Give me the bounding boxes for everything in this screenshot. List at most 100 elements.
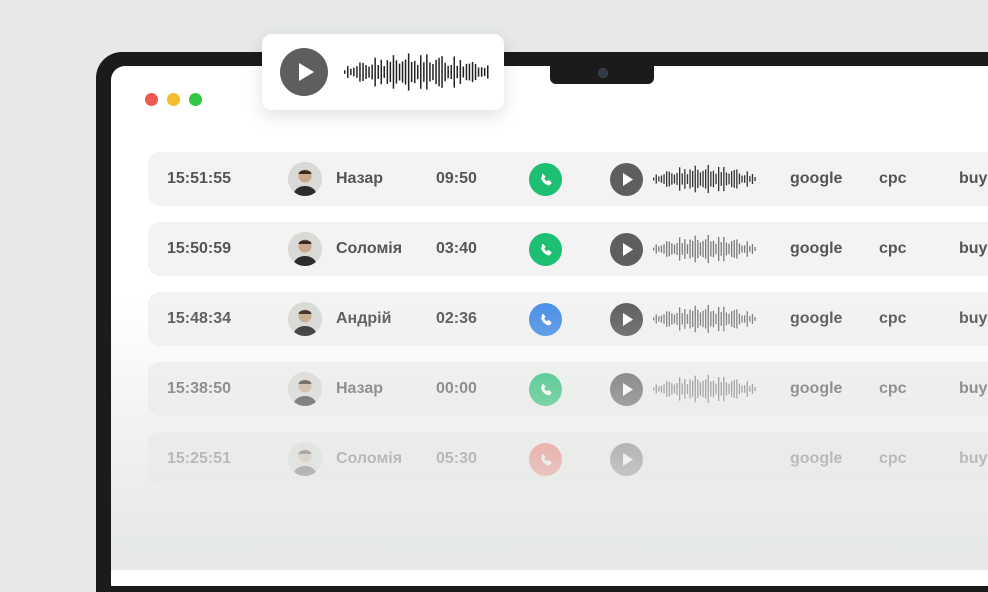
call-row[interactable]: 15:25:51 Соломія 05:30 google cpc buy <box>148 432 988 486</box>
wave-bar <box>666 311 668 327</box>
wave-bar <box>477 67 480 77</box>
utm-source: google <box>790 380 843 397</box>
wave-bar <box>705 169 707 189</box>
maximize-dot[interactable] <box>189 93 202 106</box>
call-row[interactable]: 15:38:50 Назар 00:00 google cpc buy <box>148 362 988 416</box>
wave-bar <box>689 239 691 259</box>
wave-bar <box>744 315 746 323</box>
wave-bar <box>462 66 465 78</box>
avatar-icon <box>288 372 322 406</box>
wave-bar <box>712 240 715 258</box>
wave-bar <box>715 383 717 395</box>
wave-bar <box>723 376 725 402</box>
wave-bar <box>699 312 702 326</box>
wave-bar <box>671 313 673 325</box>
close-dot[interactable] <box>145 93 158 106</box>
wave-bar <box>694 235 696 263</box>
wave-bar <box>673 174 676 184</box>
utm-medium: cpc <box>879 310 907 327</box>
wave-bar <box>468 63 471 81</box>
wave-bar <box>749 176 751 182</box>
wave-bar <box>686 174 689 184</box>
call-status[interactable] <box>529 163 562 196</box>
wave-bar <box>666 381 668 397</box>
call-status[interactable] <box>529 233 562 266</box>
call-status[interactable] <box>529 443 562 476</box>
play-button[interactable] <box>610 373 643 406</box>
call-status[interactable] <box>529 373 562 406</box>
camera-notch <box>550 66 654 84</box>
wave-bar <box>681 173 683 185</box>
wave-bar <box>733 380 735 398</box>
wave-bar <box>697 379 699 399</box>
wave-bar <box>663 314 665 324</box>
wave-bar <box>712 310 715 328</box>
wave-bar <box>653 387 655 391</box>
wave-bar <box>438 57 440 87</box>
audio-waveform-icon <box>653 374 756 404</box>
wave-bar <box>676 173 678 185</box>
wave-bar <box>715 173 717 185</box>
minimize-dot[interactable] <box>167 93 180 106</box>
utm-source: google <box>790 310 843 327</box>
call-time: 15:25:51 <box>167 450 232 467</box>
utm-source: google <box>790 450 843 467</box>
wave-bar <box>751 244 754 254</box>
wave-bar <box>410 62 413 83</box>
play-button[interactable] <box>610 303 643 336</box>
wave-bar <box>383 66 385 78</box>
avatar <box>288 302 322 336</box>
wave-bar <box>702 240 704 258</box>
play-button[interactable] <box>280 48 328 96</box>
wave-bar <box>728 243 730 255</box>
wave-bar <box>741 175 743 183</box>
call-duration: 03:40 <box>436 240 477 257</box>
wave-bar <box>353 67 355 77</box>
call-row[interactable]: 15:51:55 Назар 09:50 google cpc buy <box>148 152 988 206</box>
call-status[interactable] <box>529 303 562 336</box>
wave-bar <box>368 66 370 78</box>
utm-campaign: buy <box>959 170 988 187</box>
wave-bar <box>681 243 683 255</box>
caller-name: Соломія <box>336 240 403 257</box>
wave-bar <box>653 247 655 251</box>
caller-name: Назар <box>336 380 384 397</box>
wave-bar <box>663 384 665 394</box>
play-button[interactable] <box>610 233 643 266</box>
app-window: 15:51:55 Назар 09:50 google cpc buy 15:50:59 Со… <box>111 66 988 586</box>
wave-bar <box>679 307 681 331</box>
call-time: 15:51:55 <box>167 170 232 187</box>
wave-bar <box>679 377 681 401</box>
avatar-icon <box>288 302 322 336</box>
call-row[interactable]: 15:48:34 Андрій 02:36 google cpc buy <box>148 292 988 346</box>
wave-bar <box>666 171 668 187</box>
wave-bar <box>676 313 678 325</box>
wave-bar <box>718 237 720 262</box>
play-button[interactable] <box>610 443 643 476</box>
wave-bar <box>420 55 422 89</box>
play-button[interactable] <box>610 163 643 196</box>
wave-bar <box>666 241 668 257</box>
wave-bar <box>453 56 455 88</box>
wave-bar <box>705 239 707 259</box>
call-row[interactable]: 15:50:59 Соломія 03:40 google cpc buy <box>148 222 988 276</box>
wave-bar <box>423 62 425 82</box>
wave-bar <box>718 167 720 192</box>
wave-bar <box>487 65 489 79</box>
wave-bar <box>738 243 741 255</box>
audio-waveform-icon <box>653 304 756 334</box>
wave-bar <box>710 381 712 397</box>
audio-waveform-icon <box>344 53 489 91</box>
call-time: 15:48:34 <box>167 310 232 327</box>
call-duration: 09:50 <box>436 170 477 187</box>
wave-bar <box>686 314 689 324</box>
wave-bar <box>689 309 691 329</box>
utm-medium: cpc <box>879 380 907 397</box>
wave-bar <box>684 309 686 329</box>
wave-bar <box>389 61 392 83</box>
wave-bar <box>676 243 678 255</box>
wave-bar <box>658 316 660 322</box>
wave-bar <box>686 384 689 394</box>
wave-bar <box>655 244 657 254</box>
wave-bar <box>733 240 735 258</box>
